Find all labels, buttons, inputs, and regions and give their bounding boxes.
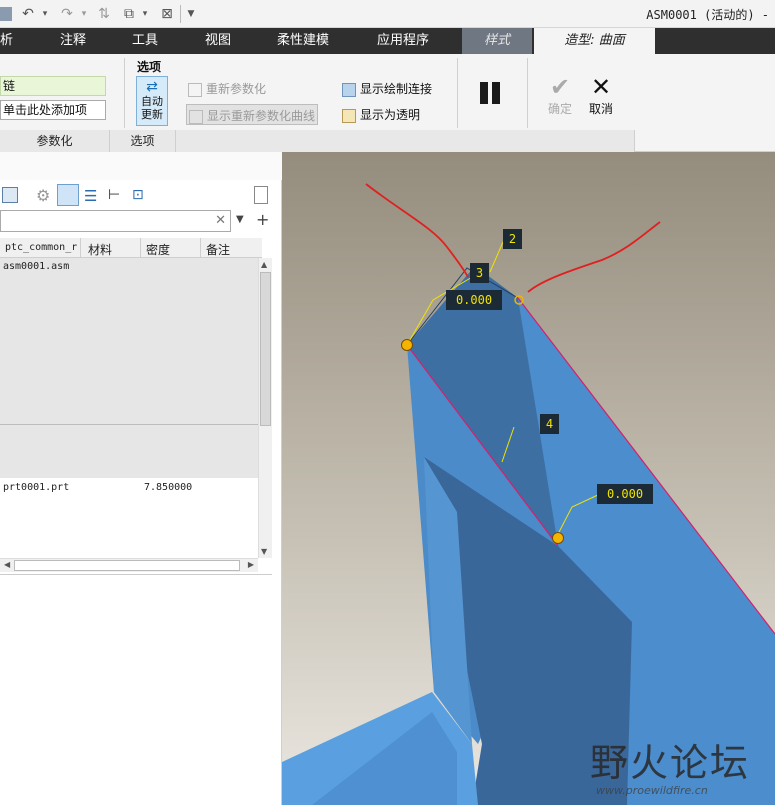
close-icon: ✕ <box>590 73 612 101</box>
reparametrize-button[interactable]: 重新参数化 <box>188 80 266 97</box>
customize-toolbar-icon[interactable]: ▼ <box>184 5 198 23</box>
value-readout-1[interactable]: 0.000 <box>446 290 502 310</box>
value-readout-2[interactable]: 0.000 <box>597 484 653 504</box>
windows-icon[interactable]: ⧉ <box>120 5 138 23</box>
column-ptc-common[interactable]: ptc_common_r <box>5 242 77 253</box>
pause-icon <box>480 82 488 104</box>
clear-icon[interactable]: ✕ <box>215 213 226 228</box>
close-window-icon[interactable]: ⊠ <box>158 5 176 23</box>
group-label-options: 选项 <box>110 130 176 152</box>
tab-tools[interactable]: 工具 <box>132 28 158 54</box>
vertical-scrollbar[interactable]: ▲ ▼ <box>258 258 272 558</box>
show-draw-connection-toggle[interactable]: 显示绘制连接 <box>342 80 432 97</box>
windows-dropdown-icon[interactable]: ▾ <box>140 5 150 23</box>
tree-header: ptc_common_r 材料 密度 备注 <box>0 238 262 258</box>
graphics-viewport[interactable]: 2 3 4 0.000 0.000 野火论坛 www.proewildfire.… <box>282 152 775 805</box>
auto-update-label: 自动 更新 <box>141 95 163 121</box>
show-surfaces-icon[interactable] <box>57 184 79 206</box>
auto-update-button[interactable]: ⇄ 自动 更新 <box>136 76 168 126</box>
label-4[interactable]: 4 <box>540 414 559 434</box>
options-title: 选项 <box>137 60 162 74</box>
ok-button[interactable]: ✔ 确定 <box>544 74 576 117</box>
chain-field[interactable]: 链 <box>0 76 106 96</box>
tab-view[interactable]: 视图 <box>205 28 231 54</box>
model-view[interactable] <box>282 152 775 805</box>
layers-icon[interactable]: ☰ <box>84 187 97 205</box>
tree-columns-icon[interactable] <box>2 187 18 203</box>
label-3[interactable]: 3 <box>470 263 489 283</box>
show-transparent-toggle[interactable]: 显示为透明 <box>342 106 420 123</box>
control-point[interactable] <box>552 532 564 544</box>
table-row[interactable]: asm0001.asm <box>0 258 258 424</box>
column-notes[interactable]: 备注 <box>206 241 230 258</box>
settings-gear-icon[interactable]: ⚙ <box>36 186 50 205</box>
group-label-parametrize: 参数化 <box>0 130 110 152</box>
redo-dropdown-icon[interactable]: ▾ <box>79 5 89 23</box>
dropdown-icon[interactable]: ▼ <box>236 214 244 225</box>
reparam-icon <box>188 82 202 97</box>
ribbon-panel: 链 单击此处添加项 选项 ⇄ 自动 更新 重新参数化 显示重新参数化曲线 显示绘… <box>0 54 775 152</box>
tab-annotate[interactable]: 注释 <box>60 28 86 54</box>
tree-search-input[interactable]: ✕ <box>0 210 231 232</box>
watermark-logo: 野火论坛 www.proewildfire.cn <box>590 741 751 797</box>
column-density[interactable]: 密度 <box>146 241 170 258</box>
save-icon[interactable] <box>0 7 12 21</box>
table-row[interactable]: prt0001.prt 7.850000 <box>0 478 258 500</box>
tab-applications[interactable]: 应用程序 <box>377 28 429 54</box>
filter-icon[interactable]: ⊡ <box>132 187 144 203</box>
add-column-icon[interactable]: + <box>256 210 269 229</box>
quick-access-toolbar: ↶ ▾ ↷ ▾ ⇅ ⧉ ▾ ⊠ ▼ ASM0001 (活动的) - <box>0 0 775 28</box>
column-material[interactable]: 材料 <box>88 241 112 258</box>
check-icon: ✔ <box>549 73 571 101</box>
regenerate-icon[interactable]: ⇅ <box>95 5 113 23</box>
label-2[interactable]: 2 <box>503 229 522 249</box>
pause-button[interactable] <box>478 80 504 106</box>
tab-style-surface[interactable]: 造型: 曲面 <box>534 28 655 54</box>
model-tree-panel: ⚙ ☰ ⊢ ⊡ ✕ ▼ + ptc_common_r 材料 密度 备注 asm0… <box>0 152 282 805</box>
add-item-field[interactable]: 单击此处添加项 <box>0 100 106 120</box>
tab-style[interactable]: 样式 <box>462 28 532 54</box>
window-title: ASM0001 (活动的) - <box>646 8 769 22</box>
show-reparam-curves-button[interactable]: 显示重新参数化曲线 <box>186 104 319 125</box>
curves-icon <box>189 109 203 124</box>
redo-icon[interactable]: ↷ <box>57 5 77 23</box>
transparent-icon <box>342 108 356 123</box>
ribbon-tab-bar: 析 注释 工具 视图 柔性建模 应用程序 样式 造型: 曲面 <box>0 28 775 54</box>
tree-toolbar: ⚙ ☰ ⊢ ⊡ <box>0 184 282 208</box>
undo-icon[interactable]: ↶ <box>18 5 38 23</box>
undo-dropdown-icon[interactable]: ▾ <box>40 5 50 23</box>
control-point[interactable] <box>401 339 413 351</box>
horizontal-scrollbar[interactable]: ◀ ▶ <box>0 558 258 572</box>
cancel-button[interactable]: ✕ 取消 <box>585 74 617 117</box>
tab-analysis[interactable]: 析 <box>0 28 13 54</box>
refresh-icon: ⇄ <box>146 79 158 95</box>
document-icon[interactable] <box>254 186 268 204</box>
tab-flexible-modeling[interactable]: 柔性建模 <box>277 28 329 54</box>
tree-structure-icon[interactable]: ⊢ <box>108 187 120 203</box>
connection-icon <box>342 82 356 97</box>
